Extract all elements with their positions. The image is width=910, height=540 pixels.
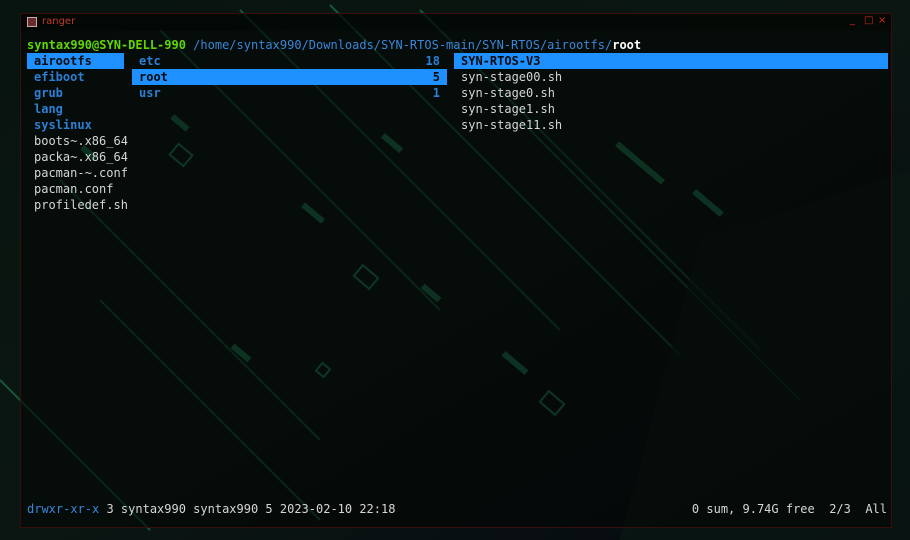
file-entry[interactable]: syn-stage00.sh <box>454 69 888 85</box>
ranger-terminal-window: ranger _ □ × syntax990@SYN-DELL-990 /hom… <box>20 13 892 528</box>
entry-name: syn-stage11.sh <box>461 118 563 132</box>
title-bar: ranger _ □ × <box>21 14 891 31</box>
entry-count: 18 <box>425 54 440 68</box>
path-bar: syntax990@SYN-DELL-990 /home/syntax990/D… <box>27 37 641 53</box>
disk-and-position-info: 0 sum, 9.74G free 2/3 All <box>691 502 887 516</box>
minimize-button[interactable]: _ <box>850 15 855 26</box>
directory-entry[interactable]: airootfs <box>27 53 124 69</box>
entry-name: efiboot <box>34 70 85 84</box>
entry-name: pacman.conf <box>34 182 114 196</box>
file-entry[interactable]: syn-stage0.sh <box>454 85 888 101</box>
file-entry[interactable]: syn-stage11.sh <box>454 117 888 133</box>
directory-entry[interactable]: usr 1 <box>132 85 447 101</box>
entry-name: airootfs <box>34 54 92 68</box>
user-host: syntax990@SYN-DELL-990 <box>27 38 186 52</box>
file-entry[interactable]: syn-stage1.sh <box>454 101 888 117</box>
maximize-button[interactable]: □ <box>864 15 873 26</box>
directory-entry[interactable]: SYN-RTOS-V3 <box>454 53 888 69</box>
entry-name: syslinux <box>34 118 92 132</box>
directory-entry[interactable]: lang <box>27 101 124 117</box>
entry-name: SYN-RTOS-V3 <box>461 54 541 68</box>
terminal-app-icon <box>27 17 37 27</box>
entry-count: 1 <box>432 86 440 100</box>
entry-name: grub <box>34 86 63 100</box>
directory-entry[interactable]: efiboot <box>27 69 124 85</box>
entry-name: usr <box>139 86 161 100</box>
directory-entry[interactable]: grub <box>27 85 124 101</box>
directory-entry[interactable]: root 5 <box>132 69 447 85</box>
entry-name: profiledef.sh <box>34 198 128 212</box>
entry-name: root <box>139 70 168 84</box>
preview-column: SYN-RTOS-V3 syn-stage00.sh syn-stage0.sh sy… <box>454 53 888 133</box>
entry-name: boots~.x86_64 <box>34 134 128 148</box>
window-title: ranger <box>42 16 76 27</box>
entry-count: 5 <box>432 70 440 84</box>
permissions: drwxr-xr-x <box>27 502 100 516</box>
entry-name: syn-stage1.sh <box>461 102 555 116</box>
current-path: /home/syntax990/Downloads/SYN-RTOS-main/… <box>185 38 613 52</box>
file-info: 3 syntax990 syntax990 5 2023-02-10 22:18 <box>99 502 396 516</box>
entry-name: lang <box>34 102 63 116</box>
file-entry[interactable]: pacman-~.conf <box>27 165 128 181</box>
file-entry[interactable]: packa~.x86_64 <box>27 149 128 165</box>
entry-name: syn-stage00.sh <box>461 70 563 84</box>
entry-name: syn-stage0.sh <box>461 86 555 100</box>
entry-name: packa~.x86_64 <box>34 150 128 164</box>
directory-entry[interactable]: syslinux <box>27 117 124 133</box>
parent-directory-column: airootfs efiboot grub lang syslinux boots~.x8… <box>27 53 128 213</box>
entry-name: pacman-~.conf <box>34 166 128 180</box>
entry-name: etc <box>139 54 161 68</box>
close-button[interactable]: × <box>878 15 886 26</box>
file-entry[interactable]: profiledef.sh <box>27 197 128 213</box>
current-directory-column: etc 18 root 5 usr 1 <box>132 53 447 101</box>
file-entry[interactable]: boots~.x86_64 <box>27 133 128 149</box>
current-directory-name: root <box>612 38 642 52</box>
status-bar: drwxr-xr-x 3 syntax990 syntax990 5 2023-… <box>27 501 887 517</box>
directory-entry[interactable]: etc 18 <box>132 53 447 69</box>
file-entry[interactable]: pacman.conf <box>27 181 124 197</box>
